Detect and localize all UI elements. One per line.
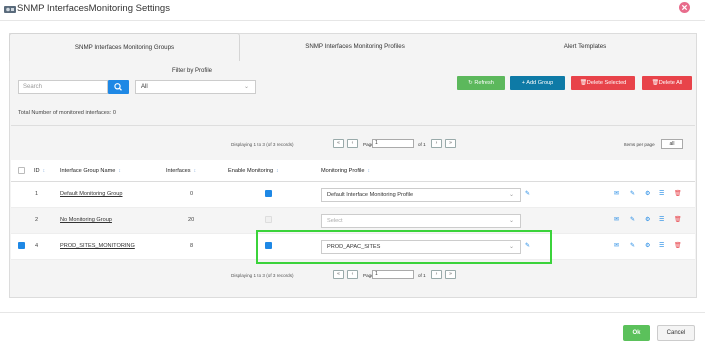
delete-icon[interactable]: 🗑 — [674, 190, 682, 197]
gear-icon[interactable]: ⚙ — [645, 216, 650, 223]
delete-all-button[interactable]: 🗑Delete All — [642, 76, 692, 90]
pager-displaying-top: Displaying 1 to 3 (of 3 records) — [231, 142, 294, 147]
table-header: ID ↕ Interface Group Name ↕ Interfaces ↕ En… — [11, 160, 695, 182]
add-group-button[interactable]: + Add Group — [510, 76, 565, 90]
settings-window-icon — [4, 6, 16, 13]
delete-all-label: Delete All — [658, 80, 683, 86]
select-all-checkbox[interactable] — [18, 167, 25, 174]
items-per-page-label: Items per page — [624, 142, 655, 147]
row-checkbox[interactable] — [18, 242, 25, 249]
enable-monitoring-checkbox[interactable] — [265, 190, 272, 197]
gear-icon[interactable]: ⚙ — [645, 190, 650, 197]
sort-icon: ↕ — [193, 168, 197, 174]
page-of-label: of 1 — [418, 142, 426, 147]
items-per-page-input[interactable]: all — [661, 139, 683, 149]
col-enable-monitoring[interactable]: Enable Monitoring ↕ — [228, 168, 279, 174]
page-of-label: of 1 — [418, 273, 426, 278]
divider — [11, 125, 695, 126]
profile-value: Select — [327, 218, 343, 224]
sort-icon: ↕ — [276, 168, 279, 174]
col-group-name[interactable]: Interface Group Name ↕ — [60, 168, 121, 174]
mail-icon[interactable]: ✉ — [614, 242, 619, 249]
row-interfaces: 8 — [190, 243, 194, 249]
pager-displaying-bottom: Displaying 1 to 3 (of 3 records) — [231, 273, 294, 278]
group-name-link[interactable]: PROD_SITES_MONITORING — [60, 243, 135, 249]
trash-icon: 🗑 — [579, 80, 587, 86]
window-title: SNMP InterfacesMonitoring Settings — [17, 3, 170, 14]
col-id[interactable]: ID ↕ — [34, 168, 45, 174]
row-interfaces: 20 — [188, 217, 195, 223]
group-name-link[interactable]: Default Monitoring Group — [60, 191, 123, 197]
col-monitoring-profile[interactable]: Monitoring Profile ↕ — [321, 168, 370, 174]
next-page-button[interactable]: › — [431, 139, 442, 148]
search-button[interactable] — [108, 80, 129, 94]
filter-profile-select[interactable]: All ⌄ — [135, 80, 256, 94]
add-group-label: Add Group — [526, 80, 554, 86]
first-page-button[interactable]: « — [333, 139, 344, 148]
group-name-link[interactable]: No Monitoring Group — [60, 217, 112, 223]
ok-button[interactable]: Ok — [623, 325, 650, 341]
window-titlebar: SNMP InterfacesMonitoring Settings — [0, 0, 705, 21]
sort-icon: ↕ — [367, 168, 371, 174]
edit-icon[interactable]: ✎ — [630, 190, 635, 197]
trash-icon: 🗑 — [651, 80, 659, 86]
sort-icon: ↕ — [42, 168, 46, 174]
delete-selected-button[interactable]: 🗑Delete Selected — [571, 76, 635, 90]
mail-icon[interactable]: ✉ — [614, 216, 619, 223]
row-id: 1 — [35, 191, 39, 197]
chevron-down-icon: ⌄ — [508, 218, 514, 224]
table-row[interactable]: 1 Default Monitoring Group 0 Default Int… — [11, 182, 695, 208]
monitoring-profile-select[interactable]: Default Interface Monitoring Profile ⌄ — [321, 188, 521, 202]
edit-profile-icon[interactable]: ✎ — [525, 190, 530, 197]
enable-monitoring-checkbox[interactable] — [265, 216, 272, 223]
edit-icon[interactable]: ✎ — [630, 216, 635, 223]
list-icon[interactable]: ☰ — [659, 190, 664, 197]
close-icon[interactable] — [678, 1, 691, 14]
search-icon — [114, 83, 122, 91]
list-icon[interactable]: ☰ — [659, 242, 664, 249]
row-id: 4 — [35, 243, 39, 249]
col-interfaces[interactable]: Interfaces ↕ — [166, 168, 196, 174]
filter-label: Filter by Profile — [172, 68, 213, 74]
filter-value: All — [141, 84, 148, 90]
edit-icon[interactable]: ✎ — [630, 242, 635, 249]
prev-page-button[interactable]: ‹ — [347, 139, 358, 148]
monitoring-profile-select[interactable]: Select ⌄ — [321, 214, 521, 228]
refresh-button[interactable]: ↻ Refresh — [457, 76, 505, 90]
gear-icon[interactable]: ⚙ — [645, 242, 650, 249]
page-input-top[interactable]: 1 — [372, 139, 414, 148]
last-page-button[interactable]: » — [445, 139, 456, 148]
highlight-box — [256, 230, 552, 264]
tab-monitoring-profiles[interactable]: SNMP Interfaces Monitoring Profiles — [240, 33, 470, 61]
page-input-bottom[interactable]: 1 — [372, 270, 414, 279]
total-monitored-text: Total Number of monitored interfaces: 0 — [18, 110, 116, 116]
list-icon[interactable]: ☰ — [659, 216, 664, 223]
tab-alert-templates[interactable]: Alert Templates — [470, 33, 700, 61]
first-page-button[interactable]: « — [333, 270, 344, 279]
sort-icon: ↕ — [118, 168, 121, 174]
next-page-button[interactable]: › — [431, 270, 442, 279]
row-id: 2 — [35, 217, 39, 223]
search-input[interactable]: Search — [18, 80, 108, 94]
chevron-down-icon: ⌄ — [243, 84, 249, 90]
row-interfaces: 0 — [190, 191, 194, 197]
delete-icon[interactable]: 🗑 — [674, 242, 682, 249]
prev-page-button[interactable]: ‹ — [347, 270, 358, 279]
footer-divider — [0, 312, 705, 313]
mail-icon[interactable]: ✉ — [614, 190, 619, 197]
delete-selected-label: Delete Selected — [586, 80, 627, 86]
profile-value: Default Interface Monitoring Profile — [327, 192, 414, 198]
chevron-down-icon: ⌄ — [508, 192, 514, 198]
refresh-label: Refresh — [474, 80, 494, 86]
last-page-button[interactable]: » — [445, 270, 456, 279]
delete-icon[interactable]: 🗑 — [674, 216, 682, 223]
cancel-button[interactable]: Cancel — [657, 325, 695, 341]
tab-monitoring-groups[interactable]: SNMP Interfaces Monitoring Groups — [9, 33, 240, 61]
